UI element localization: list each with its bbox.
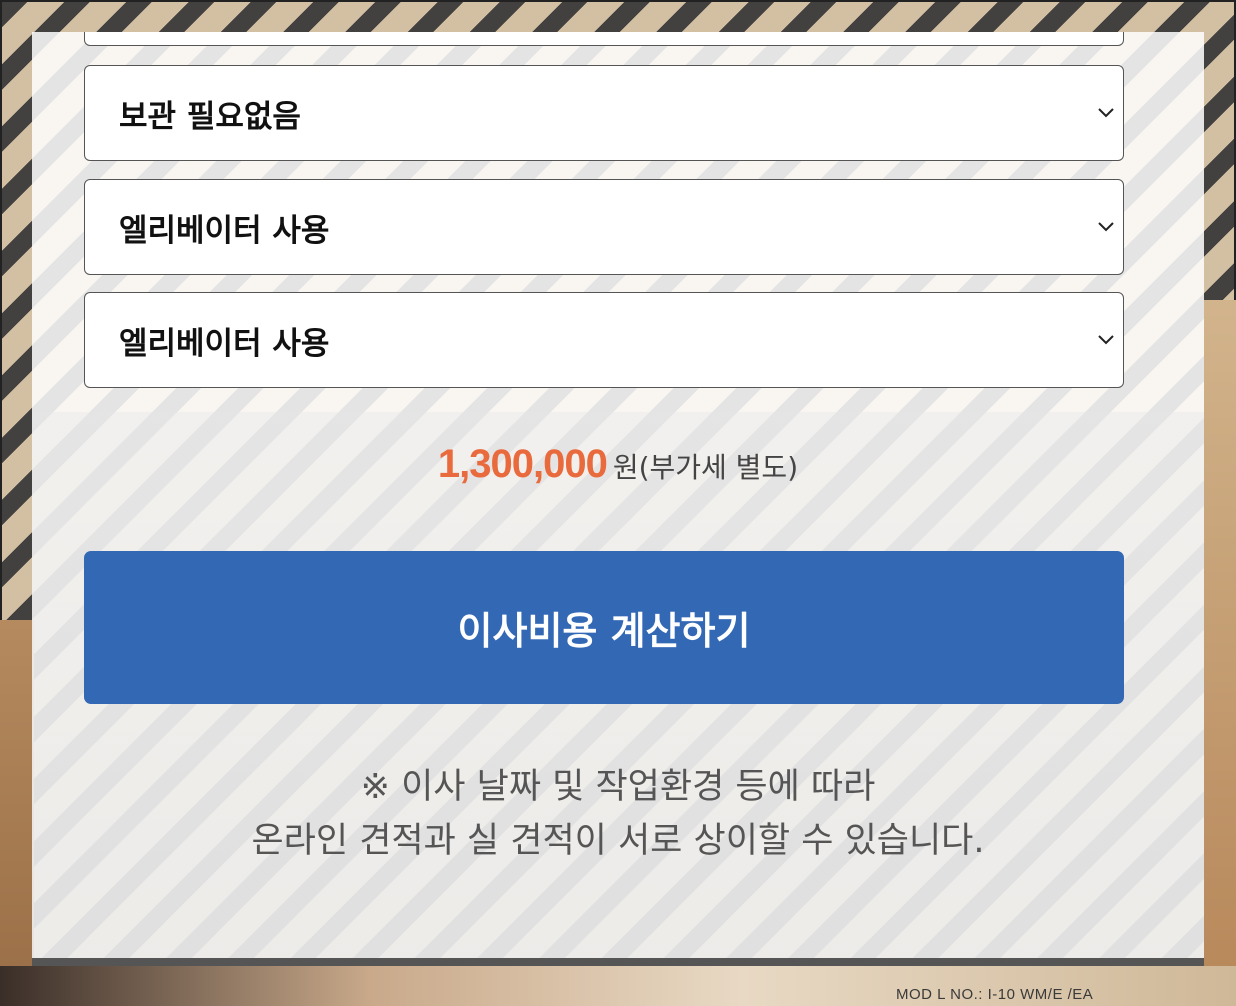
notice-line-1: ※ 이사 날짜 및 작업환경 등에 따라 xyxy=(360,767,876,807)
background-box-right xyxy=(1204,300,1236,966)
chevron-down-icon xyxy=(1097,218,1115,236)
previous-select-field[interactable] xyxy=(84,32,1124,46)
price-display: 1,300,000 원(부가세 별도) xyxy=(32,442,1204,487)
notice-line-2: 온라인 견적과 실 견적이 서로 상이할 수 있습니다. xyxy=(251,821,985,861)
background-box-label: MOD L NO.: I-10 WM/E /EA xyxy=(896,986,1094,1003)
price-amount: 1,300,000 xyxy=(437,442,608,486)
elevator-select-departure-value: 엘리베이터 사용 xyxy=(119,212,330,249)
storage-select[interactable]: 보관 필요없음 xyxy=(84,65,1124,161)
storage-select-value: 보관 필요없음 xyxy=(119,98,301,135)
elevator-select-departure[interactable]: 엘리베이터 사용 xyxy=(84,179,1124,275)
background-box-left xyxy=(0,620,34,966)
chevron-down-icon xyxy=(1097,104,1115,122)
estimate-panel: 보관 필요없음 엘리베이터 사용 엘리베이터 사용 1,300,000 원(부가세… xyxy=(32,32,1204,966)
elevator-select-arrival-value: 엘리베이터 사용 xyxy=(119,325,330,362)
chevron-down-icon xyxy=(1097,331,1115,349)
price-unit: 원(부가세 별도) xyxy=(612,451,799,484)
estimate-notice: ※ 이사 날짜 및 작업환경 등에 따라 온라인 견적과 실 견적이 서로 상이… xyxy=(32,760,1204,868)
elevator-select-arrival[interactable]: 엘리베이터 사용 xyxy=(84,292,1124,388)
calculate-moving-cost-button[interactable]: 이사비용 계산하기 xyxy=(84,551,1124,704)
